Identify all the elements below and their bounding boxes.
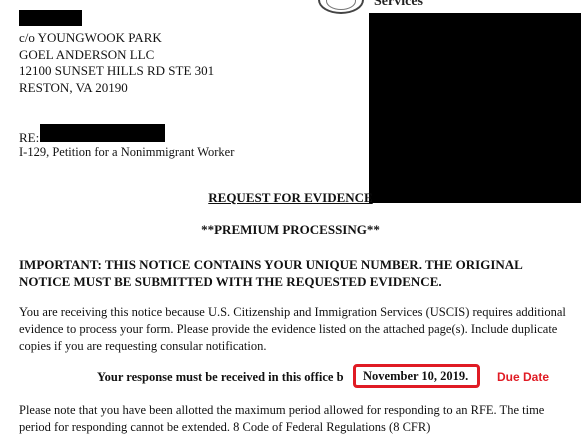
redacted-re-number bbox=[40, 124, 165, 142]
due-date-value: November 10, 2019. bbox=[363, 369, 469, 383]
important-notice: IMPORTANT: THIS NOTICE CONTAINS YOUR UNI… bbox=[19, 257, 523, 289]
address-line: c/o YOUNGWOOK PARK bbox=[19, 30, 162, 45]
re-label: RE: bbox=[19, 130, 40, 145]
due-date-highlight: November 10, 2019. bbox=[353, 364, 480, 388]
address-line: GOEL ANDERSON LLC bbox=[19, 46, 155, 62]
closing-paragraph: Please note that you have been allotted … bbox=[19, 403, 545, 434]
response-deadline-text: Your response must be received in this o… bbox=[97, 370, 344, 384]
due-date-annotation: Due Date bbox=[497, 370, 550, 384]
seal-inner-ring bbox=[326, 0, 356, 10]
address-line: RESTON, VA 20190 bbox=[19, 79, 128, 95]
premium-processing-heading: **PREMIUM PROCESSING** bbox=[201, 222, 380, 237]
rfe-notice-document: Services c/o YOUNGWOOK PARK GOEL ANDERSO… bbox=[0, 0, 581, 437]
body-paragraph: You are receiving this notice because U.… bbox=[19, 305, 566, 353]
agency-name-fragment: Services bbox=[374, 0, 423, 9]
form-description: I-129, Petition for a Nonimmigrant Worke… bbox=[19, 145, 235, 159]
address-line: 12100 SUNSET HILLS RD STE 301 bbox=[19, 63, 215, 78]
mailing-address: c/o YOUNGWOOK PARK GOEL ANDERSON LLC 121… bbox=[19, 30, 214, 96]
redacted-name-block bbox=[19, 10, 82, 26]
uscis-seal-icon bbox=[318, 0, 364, 14]
notice-title: REQUEST FOR EVIDENCE bbox=[0, 190, 581, 206]
notice-title-text: REQUEST FOR EVIDENCE bbox=[208, 190, 373, 205]
redacted-receipt-block bbox=[369, 13, 581, 203]
